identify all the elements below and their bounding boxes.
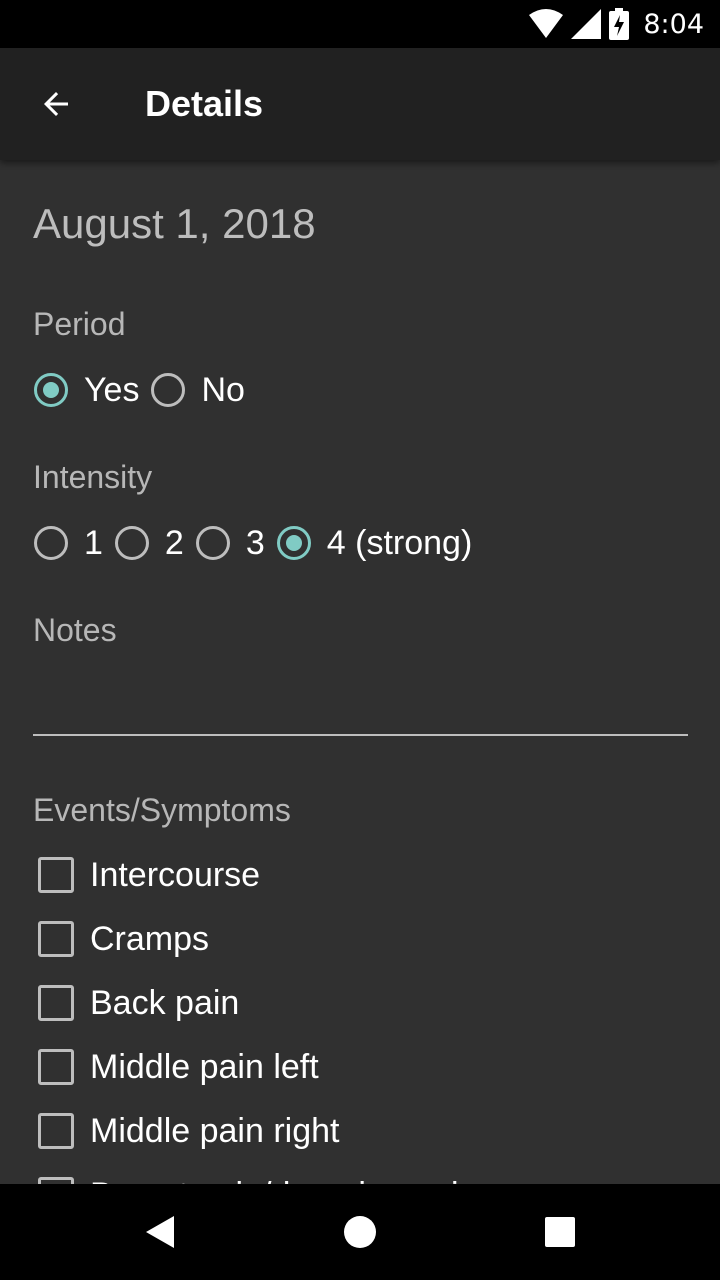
status-time: 8:04 <box>643 8 704 40</box>
radio-button[interactable] <box>114 526 149 560</box>
checkbox-label: Cramps <box>90 919 210 958</box>
checkbox-middle-pain-right[interactable]: Middle pain right <box>38 1109 339 1153</box>
events-symptoms-label: Events/Symptoms <box>33 792 291 828</box>
checkbox[interactable] <box>38 1049 74 1085</box>
checkbox-intercourse[interactable]: Intercourse <box>38 853 260 897</box>
status-bar: 8:04 <box>0 0 720 48</box>
notes-input[interactable] <box>33 734 688 736</box>
checkbox[interactable] <box>38 1177 74 1184</box>
radio-button[interactable] <box>34 526 68 560</box>
checkbox-label: Breast pain/dropping pain <box>90 1176 478 1185</box>
intensity-option-1[interactable]: 1 <box>34 524 103 563</box>
radio-label: 3 <box>245 523 265 562</box>
checkbox[interactable] <box>38 857 74 893</box>
arrow-back-icon <box>44 92 68 116</box>
intensity-label: Intensity <box>33 459 153 495</box>
radio-button-checked[interactable] <box>34 373 68 407</box>
intensity-option-3[interactable]: 3 <box>195 523 265 563</box>
checkbox-cramps[interactable]: Cramps <box>38 917 209 961</box>
status-icons: 8:04 <box>529 8 704 40</box>
system-nav-bar <box>0 1184 720 1280</box>
period-radio-group: Yes No <box>34 368 257 412</box>
intensity-option-2[interactable]: 2 <box>114 523 184 563</box>
battery-charging-icon <box>609 8 630 40</box>
nav-back-button[interactable] <box>136 1208 184 1256</box>
radio-label: Yes <box>84 370 140 409</box>
notes-label: Notes <box>33 612 117 648</box>
period-label: Period <box>33 306 126 342</box>
radio-label: 2 <box>164 523 184 562</box>
radio-label: 4 (strong) <box>326 523 473 562</box>
radio-label: 1 <box>84 523 103 562</box>
radio-button[interactable] <box>195 526 230 560</box>
back-triangle-icon <box>146 1216 174 1248</box>
checkbox[interactable] <box>38 985 74 1021</box>
radio-button[interactable] <box>151 373 186 407</box>
checkbox-label: Middle pain left <box>90 1047 319 1086</box>
checkbox[interactable] <box>38 921 74 957</box>
radio-label: No <box>201 370 245 409</box>
checkbox-breast-pain[interactable]: Breast pain/dropping pain <box>38 1173 478 1184</box>
checkbox-label: Back pain <box>90 983 240 1022</box>
wifi-icon <box>529 9 564 38</box>
checkbox[interactable] <box>38 1113 74 1149</box>
checkbox-label: Middle pain right <box>90 1111 340 1150</box>
back-button[interactable] <box>22 70 90 138</box>
checkbox-back-pain[interactable]: Back pain <box>38 981 239 1025</box>
cell-signal-icon <box>571 9 602 39</box>
app-bar: Details <box>0 48 720 160</box>
details-content[interactable]: August 1, 2018 Period Yes No Intensity 1… <box>0 160 720 1184</box>
intensity-radio-group: 1 2 3 4 (strong) <box>34 521 484 565</box>
recents-square-icon <box>545 1217 575 1247</box>
intensity-option-4[interactable]: 4 (strong) <box>276 523 473 563</box>
home-circle-icon <box>344 1216 376 1248</box>
period-option-no[interactable]: No <box>151 370 245 410</box>
nav-home-button[interactable] <box>336 1208 384 1256</box>
page-title: Details <box>145 83 264 124</box>
date-heading: August 1, 2018 <box>33 200 316 247</box>
radio-button-checked[interactable] <box>276 526 311 560</box>
checkbox-label: Intercourse <box>90 855 261 894</box>
nav-recents-button[interactable] <box>536 1208 584 1256</box>
period-option-yes[interactable]: Yes <box>34 371 139 410</box>
checkbox-middle-pain-left[interactable]: Middle pain left <box>38 1045 319 1089</box>
